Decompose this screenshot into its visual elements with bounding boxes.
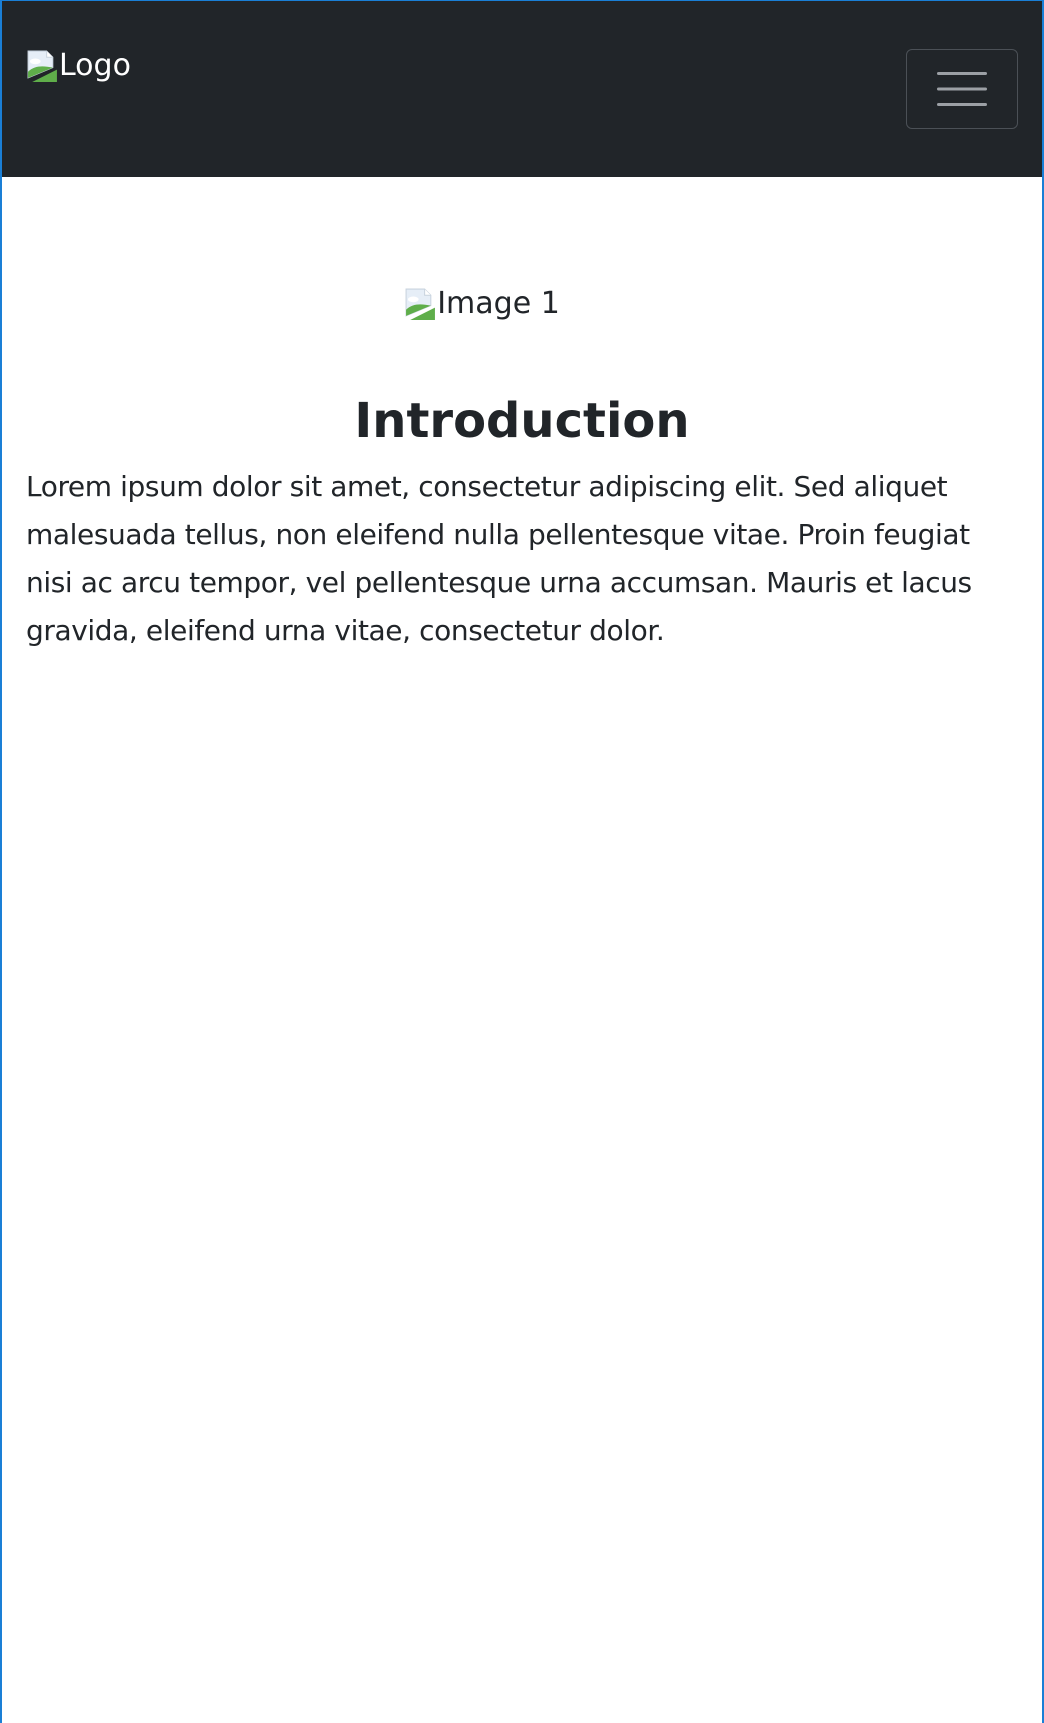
image-alt-text: Image 1	[437, 285, 560, 321]
broken-image-icon	[27, 50, 57, 82]
broken-image-icon	[405, 288, 436, 320]
menu-icon	[937, 72, 987, 106]
logo-alt-text: Logo	[59, 47, 131, 83]
logo-link[interactable]: Logo	[26, 49, 131, 82]
navbar: Logo	[2, 1, 1042, 177]
navbar-toggler-button[interactable]	[906, 49, 1018, 129]
section-heading: Introduction	[354, 393, 690, 449]
main-content: Image 1 Introduction Lorem ipsum dolor s…	[2, 273, 1042, 655]
image-1: Image 1	[26, 273, 1018, 333]
browser-viewport: Logo Image 1 Introduction Lorem ipsum do…	[0, 0, 1044, 1723]
intro-paragraph: Lorem ipsum dolor sit amet, consectetur …	[26, 469, 972, 647]
